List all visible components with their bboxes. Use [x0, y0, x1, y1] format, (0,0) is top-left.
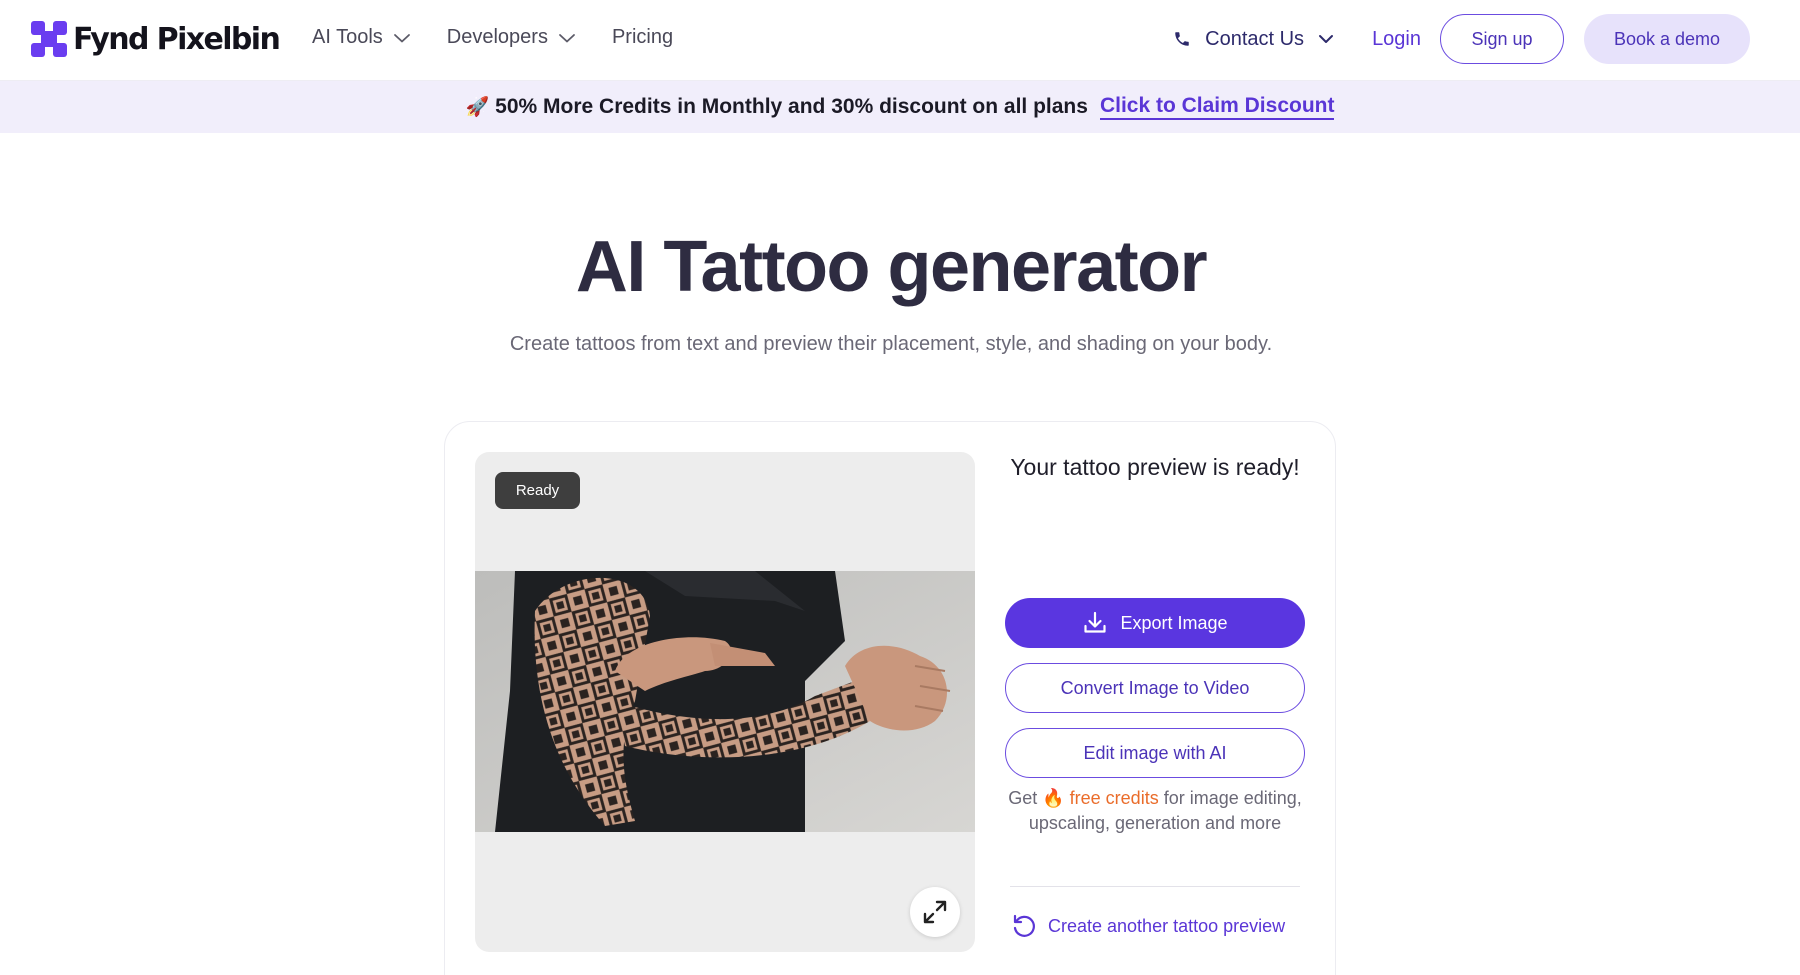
expand-icon: [923, 900, 947, 924]
fire-icon: 🔥: [1042, 788, 1065, 808]
promo-banner: 🚀 50% More Credits in Monthly and 30% di…: [0, 81, 1800, 133]
pixelbin-logo-icon: [31, 21, 67, 57]
contact-us-label: Contact Us: [1205, 27, 1305, 50]
page-subtitle: Create tattoos from text and preview the…: [509, 333, 1273, 355]
free-credits-note: Get 🔥 free credits for image editing, up…: [1005, 786, 1305, 836]
brand-logo[interactable]: Fynd Pixelbin: [29, 19, 281, 59]
divider: [1010, 886, 1300, 887]
nav-pricing-label: Pricing: [611, 26, 674, 48]
credits-prefix: Get: [1008, 788, 1038, 808]
login-link[interactable]: Login: [1372, 28, 1421, 51]
tattoo-preview-image: [475, 571, 975, 832]
export-image-label: Export Image: [1120, 612, 1228, 633]
download-icon: [1084, 611, 1107, 633]
phone-icon: [1175, 32, 1189, 46]
chevron-down-icon: [1319, 35, 1334, 43]
nav-ai-tools[interactable]: AI Tools: [312, 26, 411, 49]
claim-discount-link[interactable]: Click to Claim Discount: [1099, 94, 1335, 120]
top-header: Fynd Pixelbin AI Tools Developers Pricin…: [0, 0, 1800, 81]
contact-us-dropdown[interactable]: Contact Us: [1173, 28, 1334, 51]
promo-message: 50% More Credits in Monthly and 30% disc…: [495, 95, 1088, 118]
main-nav: AI Tools Developers Pricing: [312, 26, 709, 49]
edit-with-ai-button[interactable]: Edit image with AI: [1005, 728, 1305, 778]
expand-preview-button[interactable]: [910, 887, 960, 937]
chevron-down-icon: [393, 33, 410, 42]
create-another-preview-button[interactable]: Create another tattoo preview: [1010, 912, 1285, 940]
convert-to-video-button[interactable]: Convert Image to Video: [1005, 663, 1305, 713]
brand-name: Fynd Pixelbin: [73, 21, 281, 57]
promo-text: 🚀 50% More Credits in Monthly and 30% di…: [466, 95, 1088, 119]
nav-developers[interactable]: Developers: [447, 26, 576, 49]
rocket-icon: 🚀: [465, 97, 490, 118]
status-badge: Ready: [495, 472, 580, 509]
chevron-down-icon: [559, 33, 575, 42]
result-title: Your tattoo preview is ready!: [1010, 454, 1300, 480]
export-image-button[interactable]: Export Image: [1005, 598, 1305, 648]
tattoo-preview-panel: Ready: [475, 452, 975, 952]
nav-developers-label: Developers: [446, 26, 548, 48]
page-title: AI Tattoo generator: [575, 227, 1208, 307]
sign-up-button[interactable]: Sign up: [1440, 14, 1564, 64]
refresh-icon: [1013, 914, 1035, 937]
nav-ai-tools-label: AI Tools: [312, 26, 383, 48]
free-credits-link[interactable]: free credits: [1070, 788, 1159, 808]
book-demo-button[interactable]: Book a demo: [1584, 14, 1750, 64]
create-another-label: Create another tattoo preview: [1048, 915, 1286, 936]
nav-pricing[interactable]: Pricing: [612, 26, 673, 49]
header-actions: Contact Us Login Sign up Book a demo: [1173, 14, 1750, 64]
